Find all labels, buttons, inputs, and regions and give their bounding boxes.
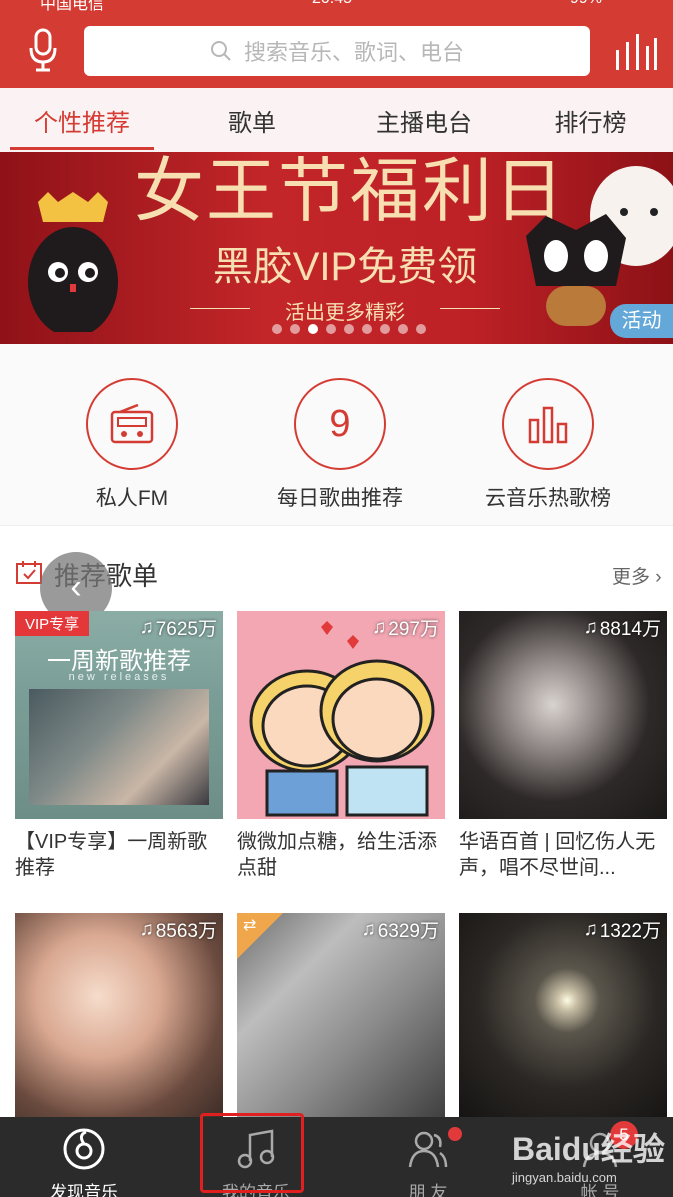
play-count: ♫ 297万 xyxy=(372,614,439,641)
nav-label: 朋 友 xyxy=(408,1183,448,1197)
pager-dot-active[interactable] xyxy=(308,324,318,334)
tab-label: 排行榜 xyxy=(554,109,627,137)
play-count: ♫ 8814万 xyxy=(583,614,661,641)
shuffle-icon: ⇄ xyxy=(243,917,257,934)
playlist-card[interactable]: ♫ 1322万 xyxy=(459,913,667,1121)
nav-label: 发现音乐 xyxy=(50,1183,118,1197)
play-count-value: 1322万 xyxy=(599,921,661,942)
chevron-right-icon: › xyxy=(650,567,662,588)
play-count: ♫ 7625万 xyxy=(139,614,217,641)
tab-recommend[interactable]: 个性推荐 xyxy=(0,88,164,152)
banner-slogan: 活出更多精彩 xyxy=(190,296,500,325)
pager-dot[interactable] xyxy=(416,324,426,334)
pager-dot[interactable] xyxy=(380,324,390,334)
clock: 20:45 xyxy=(312,0,352,8)
chevron-left-icon: ‹ xyxy=(70,568,82,606)
cover-subtitle: new releases xyxy=(68,671,170,683)
app-header: 中国电信 20:45 99% 搜索音乐、歌词、电台 xyxy=(0,0,673,88)
pager-dot[interactable] xyxy=(362,324,372,334)
vip-tag: VIP专享 xyxy=(15,611,90,636)
playlist-cover: 一周新歌推荐 new releases VIP专享 ♫ 7625万 xyxy=(15,611,223,819)
pager-dot[interactable] xyxy=(398,324,408,334)
play-count-value: 6329万 xyxy=(377,921,439,942)
shortcut-label: 每日歌曲推荐 xyxy=(277,487,403,510)
tab-bar: 个性推荐 歌单 主播电台 排行榜 xyxy=(0,88,673,152)
play-count-value: 8563万 xyxy=(155,921,217,942)
microphone-icon[interactable] xyxy=(26,28,62,72)
tab-charts[interactable]: 排行榜 xyxy=(508,88,673,152)
friends-icon xyxy=(408,1131,448,1168)
pager-dot[interactable] xyxy=(344,324,354,334)
watermark-url: jingyan.baidu.com xyxy=(512,1170,617,1185)
netease-logo-icon xyxy=(63,1128,105,1170)
headphones-icon: ♫ xyxy=(372,616,387,638)
play-count: ♫ 6329万 xyxy=(361,916,439,943)
playlist-cover: ♫ 8563万 xyxy=(15,913,223,1121)
headphones-icon: ♫ xyxy=(583,616,598,638)
radio-icon xyxy=(86,378,178,470)
promo-banner[interactable]: 女王节福利日 黑胶VIP免费领 活出更多精彩 活动 xyxy=(0,152,673,344)
play-count-value: 297万 xyxy=(388,619,439,640)
playlist-card[interactable]: ♫ 8563万 xyxy=(15,913,223,1121)
notification-dot xyxy=(448,1127,462,1141)
now-playing-icon[interactable] xyxy=(614,34,658,70)
play-count: ♫ 1322万 xyxy=(583,916,661,943)
pager-dot[interactable] xyxy=(290,324,300,334)
playlist-name: 华语百首 | 回忆伤人无声，唱不尽世间... xyxy=(459,831,656,879)
banner-title: 女王节福利日 xyxy=(134,152,566,232)
playlist-name: 微微加点糖，给生活添点甜 xyxy=(237,831,437,879)
status-bar: 中国电信 20:45 99% xyxy=(0,0,673,13)
carrier-label: 中国电信 xyxy=(40,0,105,13)
banner-subtitle: 黑胶VIP免费领 xyxy=(212,245,478,289)
playlist-cover: ♫ 1322万 xyxy=(459,913,667,1121)
search-placeholder: 搜索音乐、歌词、电台 xyxy=(243,40,464,65)
chart-bars-icon xyxy=(502,378,594,470)
playlist-card[interactable]: 一周新歌推荐 new releases VIP专享 ♫ 7625万 【VIP专享】… xyxy=(15,611,223,881)
calendar-icon xyxy=(16,561,42,584)
shortcut-label: 私人FM xyxy=(95,487,169,510)
more-label: 更多 xyxy=(612,567,651,588)
mascot-left-illustration xyxy=(28,192,118,332)
tab-radio[interactable]: 主播电台 xyxy=(340,88,508,152)
tab-playlists[interactable]: 歌单 xyxy=(164,88,340,152)
shortcut-label: 云音乐热歌榜 xyxy=(485,487,611,510)
search-icon xyxy=(210,41,231,61)
playlist-name: 【VIP专享】一周新歌推荐 xyxy=(15,831,208,879)
banner-badge: 活动 xyxy=(610,304,673,338)
watermark: Baidu经验 jingyan.baidu.com xyxy=(512,1124,665,1185)
nav-friends[interactable]: 朋 友 xyxy=(348,1117,508,1197)
playlist-card[interactable]: ♫ 8814万 华语百首 | 回忆伤人无声，唱不尽世间... xyxy=(459,611,667,881)
headphones-icon: ♫ xyxy=(361,918,376,940)
cartoon-illustration xyxy=(249,621,435,817)
search-input[interactable]: 搜索音乐、歌词、电台 xyxy=(84,26,590,76)
pager-dot[interactable] xyxy=(326,324,336,334)
banner-pager[interactable] xyxy=(272,324,426,334)
playlist-cover: ⇄ ♫ 6329万 xyxy=(237,913,445,1121)
shortcut-daily[interactable]: 9 每日歌曲推荐 xyxy=(240,378,440,512)
shortcut-hot-chart[interactable]: 云音乐热歌榜 xyxy=(448,378,648,512)
play-count-value: 8814万 xyxy=(599,619,661,640)
playlist-card[interactable]: ⇄ ♫ 6329万 xyxy=(237,913,445,1121)
shortcut-row: 私人FM 9 每日歌曲推荐 云音乐热歌榜 xyxy=(0,344,673,526)
pager-dot[interactable] xyxy=(272,324,282,334)
watermark-brand: Baidu经验 xyxy=(512,1131,665,1167)
headphones-icon: ♫ xyxy=(139,918,154,940)
cover-photo xyxy=(29,689,209,805)
play-count-value: 7625万 xyxy=(155,619,217,640)
more-link[interactable]: 更多 › xyxy=(612,562,662,589)
tab-label: 个性推荐 xyxy=(34,109,130,137)
battery-percent: 99% xyxy=(570,0,602,8)
tab-label: 歌单 xyxy=(228,109,276,137)
playlist-cover: ♫ 297万 xyxy=(237,611,445,819)
shortcut-personal-fm[interactable]: 私人FM xyxy=(32,378,232,512)
headphones-icon: ♫ xyxy=(583,918,598,940)
nav-discover[interactable]: 发现音乐 xyxy=(4,1117,164,1197)
tab-label: 主播电台 xyxy=(376,109,472,137)
calendar-day-icon: 9 xyxy=(294,378,386,470)
annotation-highlight-box xyxy=(200,1113,304,1193)
play-count: ♫ 8563万 xyxy=(139,916,217,943)
headphones-icon: ♫ xyxy=(139,616,154,638)
playlist-cover: ♫ 8814万 xyxy=(459,611,667,819)
playlist-card[interactable]: ♫ 297万 微微加点糖，给生活添点甜 xyxy=(237,611,445,881)
